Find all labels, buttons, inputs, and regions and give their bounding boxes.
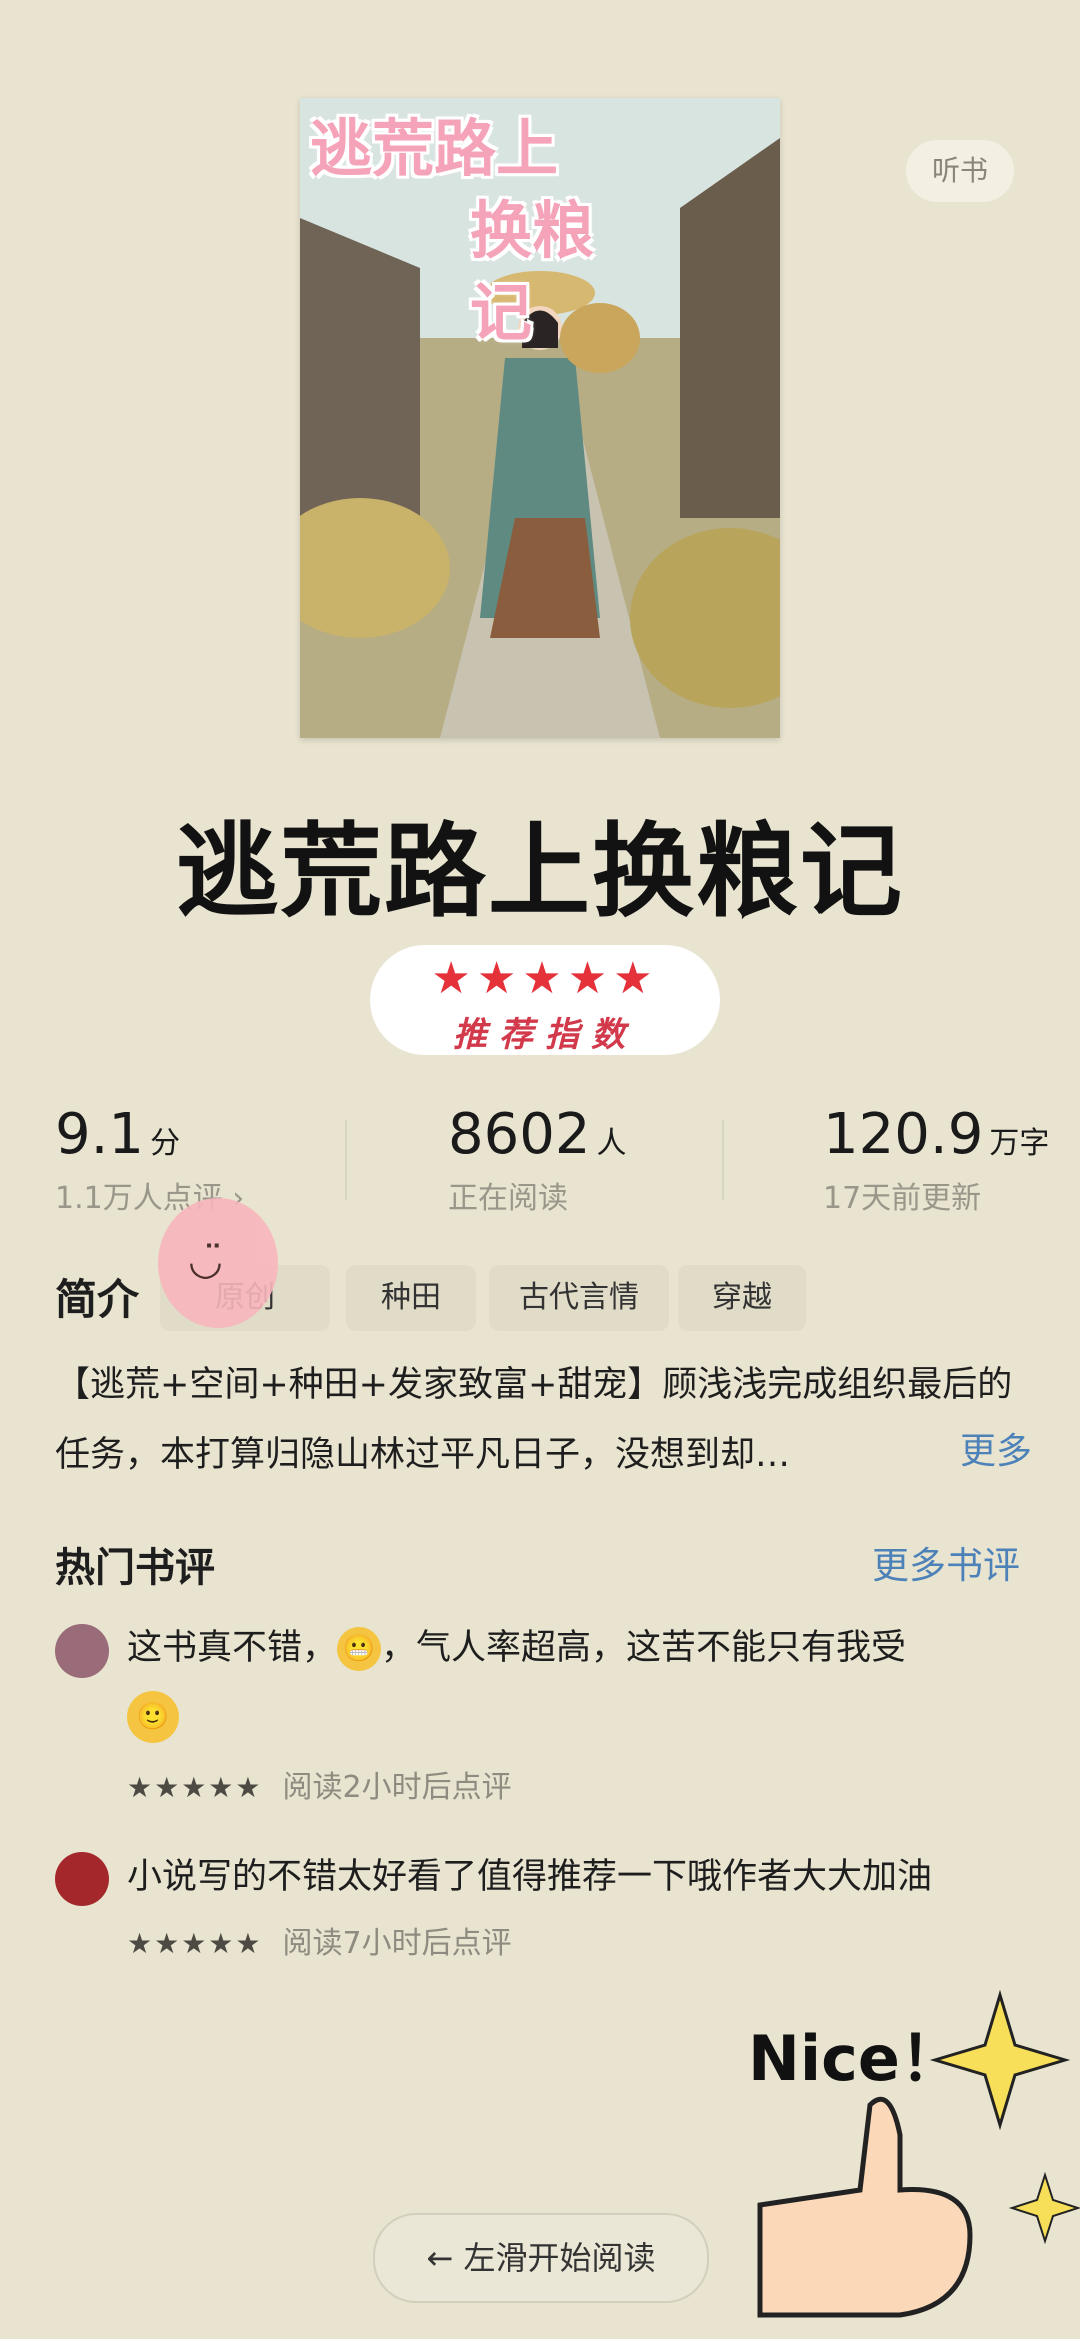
review-text-part2: ，气人率超高，这苦不能只有我受	[381, 1628, 907, 1668]
avatar[interactable]	[55, 1852, 109, 1906]
update-time: 17天前更新	[823, 1181, 982, 1216]
tag-ancient-romance[interactable]: 古代言情	[489, 1265, 669, 1331]
cover-title-line2: 换粮记	[470, 194, 595, 349]
listen-button[interactable]: 听书	[906, 140, 1014, 202]
avatar[interactable]	[55, 1624, 109, 1678]
wordcount-value: 120.9	[823, 1102, 984, 1167]
review-text-part1: 这书真不错，	[127, 1628, 338, 1668]
smile-emoji-icon: 🙂	[127, 1691, 179, 1743]
stat-divider	[345, 1120, 347, 1200]
review-stars: ★★★★★	[127, 1927, 263, 1960]
readers-label: 正在阅读	[448, 1181, 568, 1216]
rating-value: 9.1	[55, 1102, 145, 1167]
review-text[interactable]: 小说写的不错太好看了值得推荐一下哦作者大大加油	[127, 1843, 1027, 1911]
book-cover[interactable]: 逃荒路上 换粮记	[300, 98, 780, 738]
wordcount-unit: 万字	[989, 1126, 1050, 1161]
intro-text[interactable]: 【逃荒+空间+种田+发家致富+甜宠】顾浅浅完成组织最后的任务，本打算归隐山林过平…	[55, 1350, 1030, 1490]
review-text[interactable]: 这书真不错， 😬 ，气人率超高，这苦不能只有我受 🙂	[127, 1614, 1027, 1750]
readers-unit: 人	[596, 1126, 627, 1161]
review-meta: ★★★★★ 阅读2小时后点评	[127, 1762, 512, 1806]
tag-farming[interactable]: 种田	[346, 1265, 476, 1331]
recommend-label: 推荐指数	[453, 1015, 637, 1055]
cover-title-line1: 逃荒路上	[310, 112, 559, 185]
tag-time-travel[interactable]: 穿越	[678, 1265, 806, 1331]
thumbs-up-sticker-icon	[757, 1989, 1080, 2318]
blob-face-icon: ◡̈	[188, 1238, 223, 1284]
recommend-badge: ★★★★★ 推荐指数	[360, 935, 730, 1065]
review-time: 阅读7小时后点评	[282, 1926, 512, 1961]
review-stars: ★★★★★	[127, 1771, 263, 1804]
review-time: 阅读2小时后点评	[282, 1770, 512, 1805]
recommend-stars: ★★★★★	[431, 953, 659, 1004]
hot-reviews-title: 热门书评	[55, 1545, 215, 1591]
rating-unit: 分	[150, 1126, 181, 1161]
grimace-emoji-icon: 😬	[337, 1627, 382, 1671]
more-reviews-link[interactable]: 更多书评	[872, 1535, 1020, 1589]
start-reading-button[interactable]: ← 左滑开始阅读	[373, 2213, 709, 2303]
readers-stat: 8602 人 正在阅读	[448, 1102, 748, 1217]
book-title: 逃荒路上换粮记	[176, 813, 904, 932]
review-meta: ★★★★★ 阅读7小时后点评	[127, 1918, 512, 1962]
pink-blob-sticker: ◡̈	[158, 1198, 278, 1328]
readers-value: 8602	[448, 1102, 591, 1167]
intro-more-link[interactable]: 更多	[950, 1422, 1033, 1474]
cover-title: 逃荒路上 换粮记	[310, 108, 630, 354]
intro-label: 简介	[55, 1275, 140, 1324]
wordcount-stat: 120.9 万字 17天前更新	[823, 1102, 1080, 1217]
stat-divider	[722, 1120, 724, 1200]
